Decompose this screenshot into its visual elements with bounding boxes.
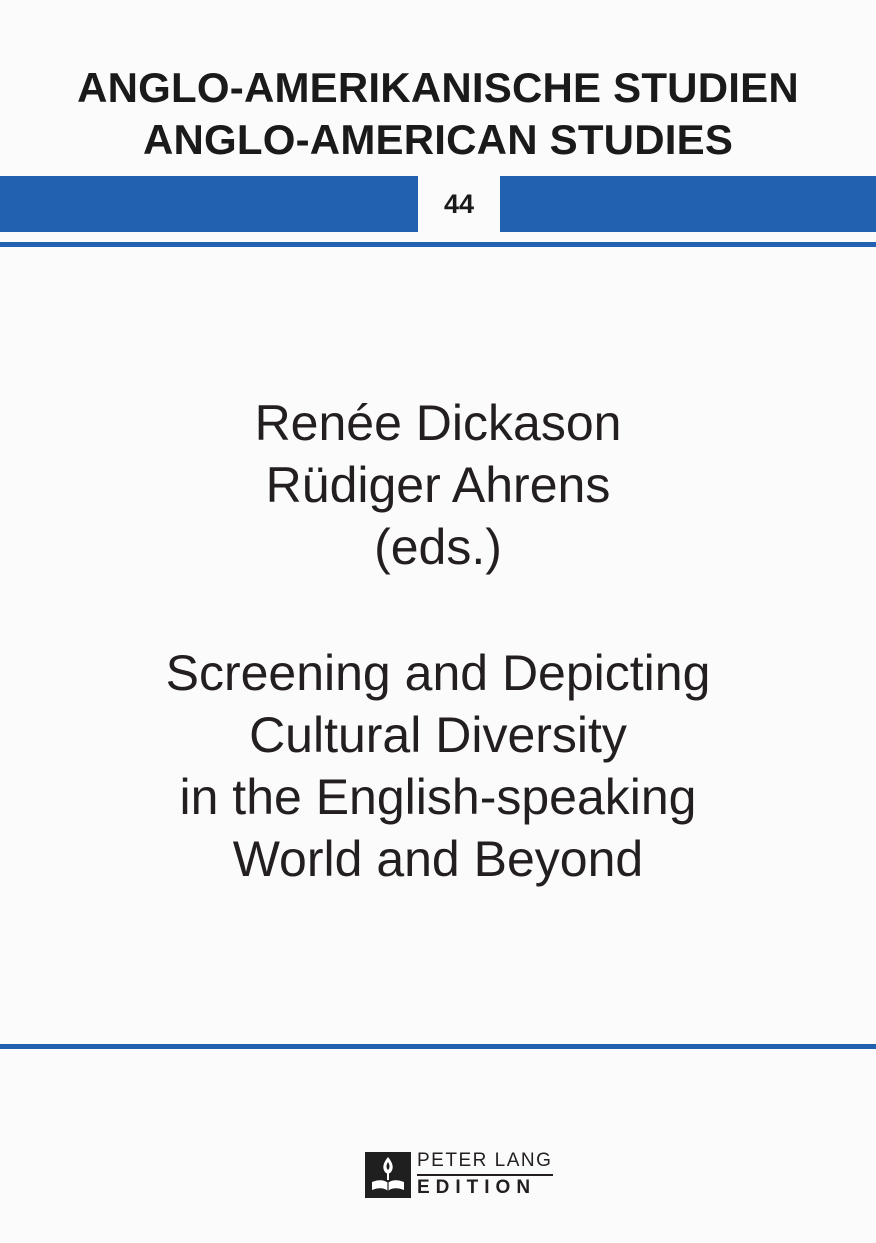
series-title-english: ANGLO-AMERICAN STUDIES [142,116,734,163]
publisher-imprint: EDITION [417,1177,537,1198]
book-title-line: Cultural Diversity [249,707,627,763]
editors-block: Renée Dickason Rüdiger Ahrens (eds.) [0,392,876,578]
publisher-divider [417,1174,553,1176]
series-title-german: ANGLO-AMERIKANISCHE STUDIEN [77,64,799,111]
volume-number: 44 [443,189,475,219]
book-title-line: World and Beyond [232,831,644,887]
editor-name: Rüdiger Ahrens [265,457,611,513]
publisher-name: PETER LANG [417,1150,553,1171]
peter-lang-tree-book-logo-icon [365,1152,411,1198]
blue-band-left [0,176,418,232]
blue-band-right [500,176,876,232]
bottom-rule [0,1044,876,1049]
book-title-line: Screening and Depicting [165,645,711,701]
top-rule [0,242,876,247]
editor-name: Renée Dickason [254,395,622,451]
book-title: Screening and Depicting Cultural Diversi… [0,642,876,890]
book-title-line: in the English-speaking [179,769,697,825]
editors-role: (eds.) [374,519,502,575]
publisher-logo: PETER LANG EDITION [365,1150,565,1202]
